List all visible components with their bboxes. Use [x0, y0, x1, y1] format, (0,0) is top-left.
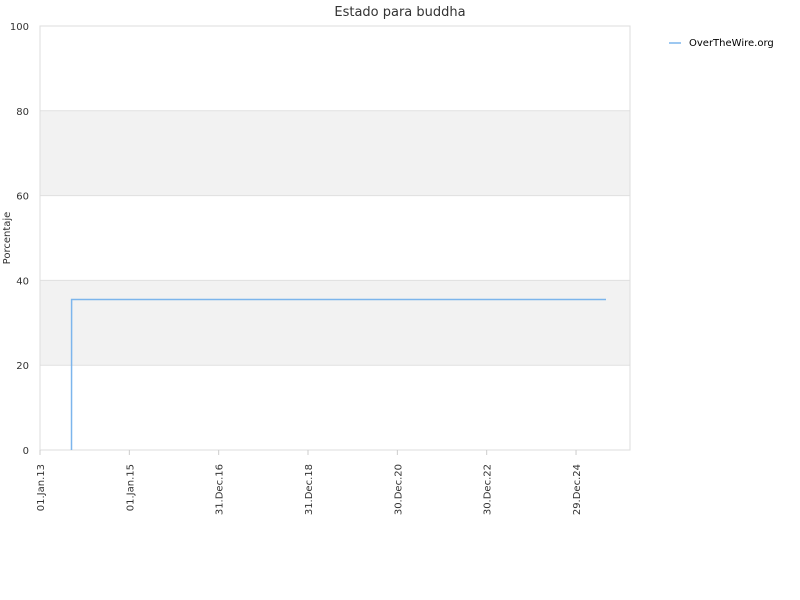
y-tick-label: 40 — [16, 276, 29, 287]
legend[interactable]: OverTheWire.org — [669, 38, 774, 49]
x-tick-label: 01.Jan.13 — [36, 464, 47, 511]
grid-lines — [40, 25, 630, 451]
x-axis-ticks: 01.Jan.13 01.Jan.15 31.Dec.16 31.Dec.18 30.D… — [36, 450, 583, 515]
y-axis-label: Porcentaje — [2, 212, 13, 265]
x-tick-label: 30.Dec.20 — [393, 464, 404, 515]
chart: Estado para buddha 0 20 40 60 80 100 01.Jan.1… — [2, 5, 774, 515]
chart-title: Estado para buddha — [334, 5, 465, 20]
y-tick-label: 0 — [23, 446, 29, 457]
plot-bands — [40, 110, 630, 366]
legend-label: OverTheWire.org — [689, 38, 774, 49]
y-tick-label: 20 — [16, 361, 29, 372]
x-tick-label: 30.Dec.22 — [483, 464, 494, 515]
y-tick-label: 80 — [16, 107, 29, 118]
x-tick-label: 01.Jan.15 — [125, 464, 136, 511]
plot-border — [39, 25, 631, 451]
plot-band — [40, 110, 630, 196]
y-tick-label: 60 — [16, 192, 29, 203]
x-tick-label: 31.Dec.18 — [304, 464, 315, 515]
plot-band — [40, 280, 630, 366]
y-tick-label: 100 — [10, 22, 29, 33]
plot-area — [39, 25, 631, 451]
x-tick-label: 29.Dec.24 — [572, 464, 583, 515]
x-tick-label: 31.Dec.16 — [215, 464, 226, 515]
